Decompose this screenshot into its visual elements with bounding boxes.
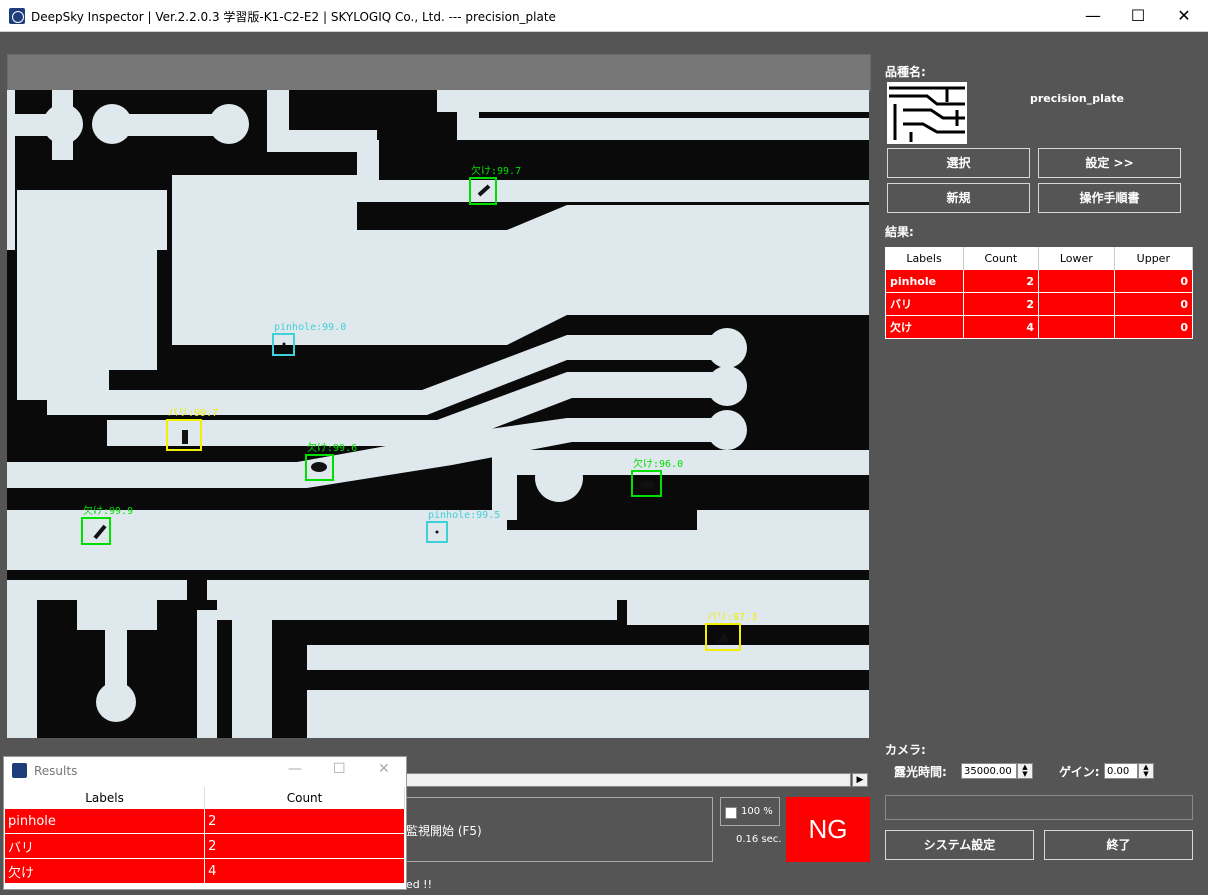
minimize-button[interactable]: — [1070, 0, 1116, 31]
results-window[interactable]: Results — ☐ ✕ Labels Count pinhole 2 バリ … [3, 756, 407, 890]
processing-time: 0.16 sec. [736, 834, 782, 845]
table-row[interactable]: 欠け 4 [5, 858, 405, 884]
detection-label: 欠け:99.6 [307, 441, 357, 454]
detection-label: 欠け:99.7 [471, 164, 521, 177]
close-button[interactable]: ✕ [1161, 0, 1207, 31]
cell-lower [1038, 269, 1115, 293]
detection-label: 欠け:99.9 [83, 504, 133, 517]
zoom-value: 100 % [741, 806, 773, 817]
minimize-icon[interactable]: — [288, 761, 302, 777]
cell-label: バリ [885, 292, 964, 316]
cell-count: 2 [204, 833, 405, 859]
new-button[interactable]: 新規 [887, 183, 1030, 213]
cell-count: 2 [204, 809, 405, 834]
maximize-icon[interactable]: ☐ [333, 761, 346, 777]
cell-count: 2 [962, 292, 1040, 316]
settings-button[interactable]: 設定 >> [1038, 148, 1181, 178]
cell-upper: 0 [1113, 315, 1194, 339]
scroll-right-icon[interactable]: ▶ [852, 773, 868, 787]
cell-label: 欠け [5, 858, 206, 884]
cell-label: バリ [5, 833, 206, 859]
cell-lower [1038, 292, 1115, 316]
gain-input[interactable]: 0.00 [1104, 763, 1138, 779]
horizontal-scrollbar[interactable] [405, 773, 851, 787]
exposure-label: 露光時間: [894, 765, 947, 779]
table-row[interactable]: pinhole 2 [5, 809, 405, 834]
table-row[interactable]: バリ 2 [5, 833, 405, 859]
detection-label: pinhole:99.5 [428, 510, 500, 521]
cell-count: 4 [962, 315, 1040, 339]
exposure-input[interactable]: 35000.00 [961, 763, 1017, 779]
product-label: 品種名: [885, 65, 926, 79]
title-bar: DeepSky Inspector | Ver.2.2.0.3 学習版-K1-C… [0, 0, 1208, 32]
exit-button[interactable]: 終了 [1044, 830, 1193, 860]
cell-lower [1038, 315, 1115, 339]
maximize-button[interactable]: ☐ [1115, 0, 1161, 31]
detection-label: pinhole:99.0 [274, 322, 346, 333]
pcb-image: 欠け:99.7 pinhole:99.0 バリ:99.7 欠け:99.6 欠け:… [7, 90, 869, 738]
zoom-checkbox[interactable] [725, 807, 737, 819]
app-icon [12, 763, 27, 778]
table-row[interactable]: 欠け 4 0 [885, 315, 1194, 339]
camera-label: カメラ: [885, 743, 926, 757]
judgement-indicator: NG [786, 797, 870, 862]
results-label: 結果: [885, 225, 914, 239]
cell-upper: 0 [1113, 292, 1194, 316]
column-header: Lower [1038, 247, 1115, 270]
product-name: precision_plate [1029, 92, 1125, 105]
system-settings-button[interactable]: システム設定 [885, 830, 1034, 860]
table-row[interactable]: pinhole 2 0 [885, 269, 1194, 293]
window-title: DeepSky Inspector | Ver.2.2.0.3 学習版-K1-C… [31, 10, 556, 24]
detection-label: 欠け:96.0 [633, 457, 683, 470]
viewer-header [7, 54, 871, 92]
cell-label: pinhole [885, 269, 964, 293]
gain-spinner[interactable]: ▲ ▼ [1138, 763, 1154, 779]
start-monitoring-label: 監視開始 (F5) [406, 824, 482, 838]
select-button[interactable]: 選択 [887, 148, 1030, 178]
detection-label: バリ:97.3 [707, 611, 757, 623]
result-table: Labels Count Lower Upper pinhole 2 0 バリ … [885, 247, 1194, 339]
cell-count: 2 [962, 269, 1040, 293]
product-thumbnail [887, 82, 967, 144]
column-header: Count [963, 247, 1040, 270]
column-header: Labels [885, 247, 964, 270]
gain-label: ゲイン: [1059, 765, 1100, 779]
cell-count: 4 [204, 858, 405, 884]
manual-button[interactable]: 操作手順書 [1038, 183, 1181, 213]
results-window-title: Results [34, 764, 78, 778]
app-icon [9, 8, 25, 24]
detection-label: バリ:99.7 [168, 407, 218, 419]
cell-label: pinhole [5, 809, 206, 834]
zoom-control[interactable]: 100 % [720, 797, 780, 826]
results-window-table: Labels Count pinhole 2 バリ 2 欠け 4 [5, 787, 405, 884]
inspection-image-viewer[interactable]: 欠け:99.7 pinhole:99.0 バリ:99.7 欠け:99.6 欠け:… [7, 90, 869, 738]
start-monitoring-button[interactable]: 監視開始 (F5) [405, 797, 713, 862]
column-header: Count [204, 787, 405, 809]
column-header: Upper [1114, 247, 1194, 270]
table-row[interactable]: バリ 2 0 [885, 292, 1194, 316]
progress-bar [885, 795, 1193, 820]
cell-upper: 0 [1113, 269, 1194, 293]
column-header: Labels [5, 787, 206, 809]
cell-label: 欠け [885, 315, 964, 339]
close-icon[interactable]: ✕ [378, 761, 390, 777]
exposure-spinner[interactable]: ▲ ▼ [1017, 763, 1033, 779]
